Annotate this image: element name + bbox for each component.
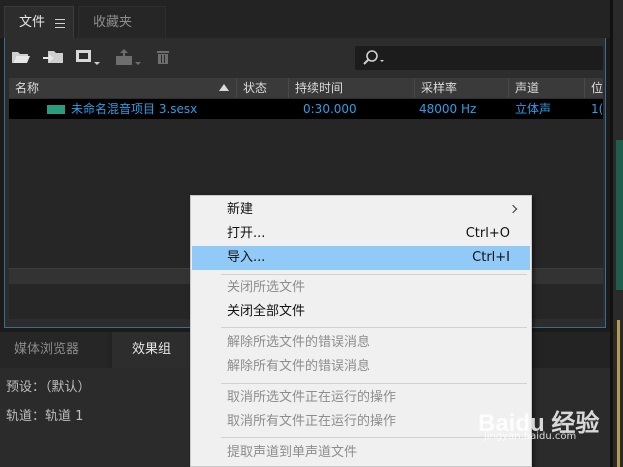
- file-sample-rate: 48000 Hz: [419, 102, 477, 116]
- delete-icon[interactable]: [155, 49, 171, 68]
- menu-item-extract-channels[interactable]: 提取声道到单声道文件: [192, 441, 530, 465]
- right-edge-panel: [610, 0, 623, 467]
- tab-media-browser[interactable]: 媒体浏览器: [0, 332, 108, 368]
- panel-tab-strip: 文件 收藏夹: [0, 0, 610, 38]
- menu-separator: [221, 274, 527, 275]
- tab-files[interactable]: 文件: [4, 6, 74, 38]
- column-sample-rate-label: 采样率: [421, 81, 458, 95]
- menu-item-close-all[interactable]: 关闭全部文件: [192, 300, 530, 324]
- column-channels-label: 声道: [515, 81, 540, 95]
- tab-effects-rack[interactable]: 效果组: [112, 332, 192, 368]
- tab-effects-rack-label: 效果组: [132, 342, 172, 357]
- tab-media-browser-label: 媒体浏览器: [14, 342, 80, 357]
- menu-item-label: 提取声道到单声道文件: [227, 445, 358, 460]
- export-icon[interactable]: [115, 49, 141, 70]
- table-header: 名称 状态 持续时间 采样率 声道 位: [9, 78, 603, 98]
- menu-item-new[interactable]: 新建: [192, 198, 530, 222]
- menu-item-import[interactable]: 导入... Ctrl+I: [192, 246, 530, 270]
- menu-item-dismiss-all-errors[interactable]: 解除所有文件的错误消息: [192, 355, 530, 379]
- multitrack-file-icon: [47, 105, 65, 114]
- file-duration: 0:30.000: [303, 102, 357, 116]
- file-status: [243, 99, 283, 119]
- column-header-duration[interactable]: 持续时间: [289, 78, 415, 98]
- menu-icon[interactable]: [55, 19, 65, 31]
- import-icon[interactable]: [43, 49, 65, 68]
- column-header-bit[interactable]: 位: [585, 78, 603, 98]
- column-header-channels[interactable]: 声道: [509, 78, 585, 98]
- menu-item-label: 解除所有文件的错误消息: [227, 359, 371, 374]
- column-name-label: 名称: [15, 81, 40, 95]
- tab-favorites[interactable]: 收藏夹: [78, 6, 166, 38]
- file-bit: 1(: [591, 102, 603, 116]
- column-header-name[interactable]: 名称: [9, 78, 237, 98]
- menu-item-open[interactable]: 打开... Ctrl+O: [192, 222, 530, 246]
- menu-item-shortcut: Ctrl+O: [465, 226, 510, 241]
- menu-separator: [221, 327, 527, 328]
- menu-item-label: 新建: [227, 202, 254, 217]
- menu-item-label: 关闭所选文件: [227, 280, 306, 295]
- menu-item-label: 导入...: [227, 250, 266, 265]
- search-icon[interactable]: [363, 50, 387, 69]
- column-header-sample-rate[interactable]: 采样率: [415, 78, 509, 98]
- table-row[interactable]: 未命名混音项目 3.sesx 0:30.000 48000 Hz 立体声 1(: [9, 99, 603, 119]
- file-name: 未命名混音项目 3.sesx: [71, 102, 198, 116]
- track-label: 轨道：轨道 1: [6, 409, 84, 424]
- menu-item-dismiss-selected-errors[interactable]: 解除所选文件的错误消息: [192, 331, 530, 355]
- tab-favorites-label: 收藏夹: [93, 15, 133, 30]
- watermark-sub: jingyan.baidu.com: [484, 431, 577, 442]
- menu-item-shortcut: Ctrl+I: [472, 250, 510, 265]
- menu-separator: [221, 383, 527, 384]
- menu-item-label: 解除所选文件的错误消息: [227, 335, 371, 350]
- open-folder-icon[interactable]: [11, 49, 31, 68]
- column-bit-label: 位: [591, 81, 603, 95]
- menu-item-label: 打开...: [227, 226, 266, 241]
- baidu-watermark: Baidu 经验 jingyan.baidu.com: [478, 403, 618, 443]
- menu-item-label: 关闭全部文件: [227, 304, 306, 319]
- menu-item-label: 取消所选文件正在运行的操作: [227, 390, 397, 405]
- column-status-label: 状态: [243, 81, 268, 95]
- new-icon[interactable]: [75, 49, 101, 70]
- submenu-arrow-icon: [508, 204, 518, 214]
- menu-item-close-selected[interactable]: 关闭所选文件: [192, 276, 530, 300]
- column-duration-label: 持续时间: [295, 81, 344, 95]
- search-field[interactable]: [355, 46, 603, 70]
- preset-label[interactable]: 预设：（默认）: [6, 376, 91, 395]
- tab-files-label: 文件: [19, 15, 46, 30]
- menu-item-label: 取消所有文件正在运行的操作: [227, 414, 397, 429]
- files-toolbar: [5, 38, 605, 76]
- column-header-status[interactable]: 状态: [237, 78, 289, 98]
- sort-ascending-icon[interactable]: [219, 84, 229, 91]
- file-channels: 立体声: [515, 102, 552, 116]
